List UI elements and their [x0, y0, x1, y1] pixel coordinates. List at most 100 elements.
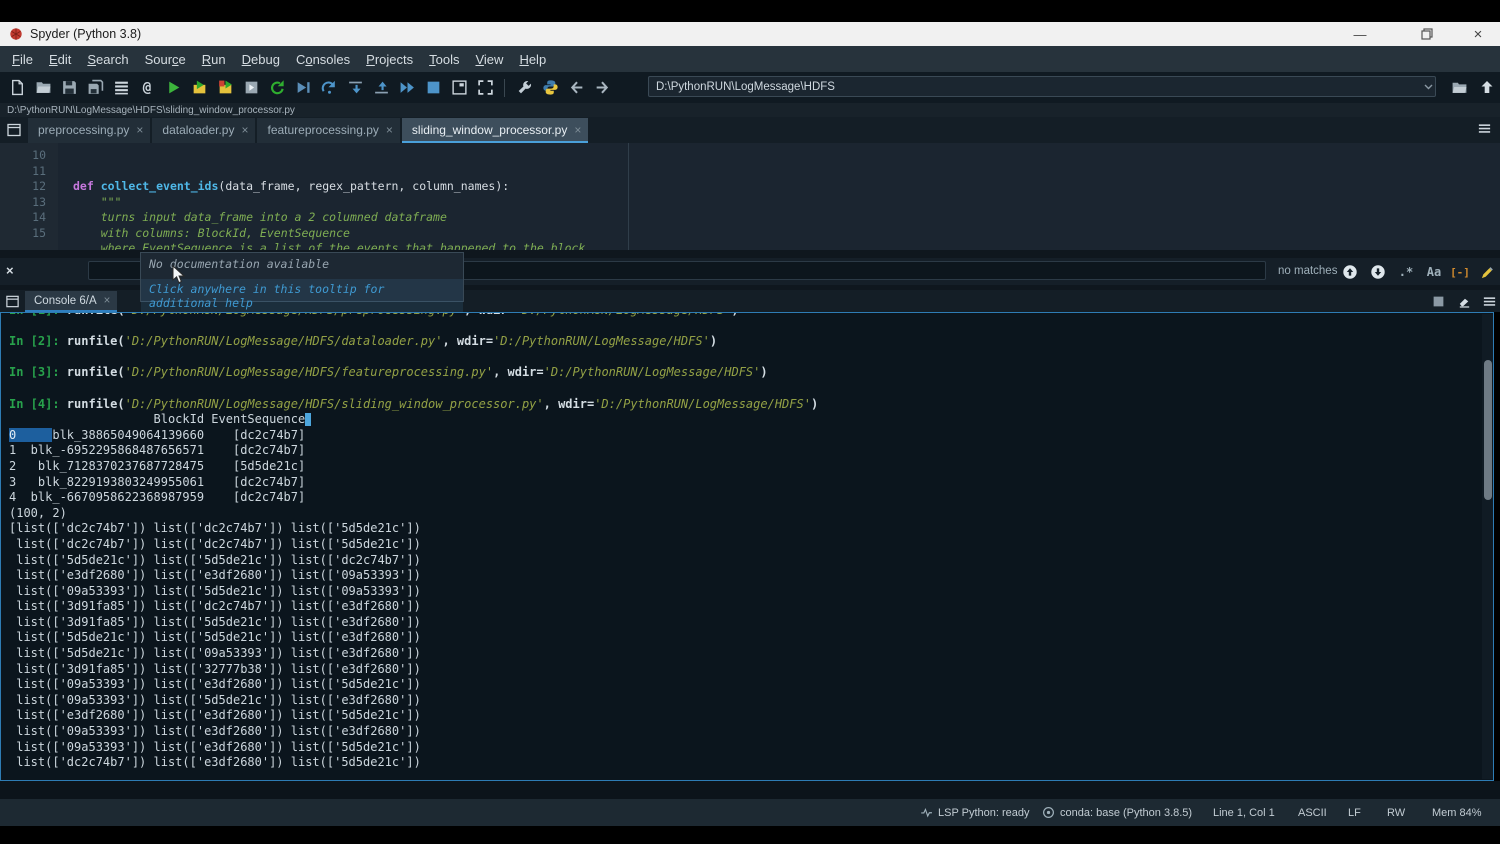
- browse-consoles-icon[interactable]: [5, 294, 20, 309]
- fullscreen-icon[interactable]: [472, 75, 498, 101]
- working-directory-input[interactable]: [648, 76, 1436, 97]
- menu-source[interactable]: Source: [137, 48, 194, 71]
- close-tab-icon[interactable]: ×: [241, 123, 248, 137]
- editor-tab-sliding_window_processor[interactable]: sliding_window_processor.py ×: [402, 118, 588, 143]
- menu-debug[interactable]: Debug: [234, 48, 288, 71]
- remove-variables-icon[interactable]: [1454, 292, 1474, 310]
- menu-run[interactable]: Run: [194, 48, 234, 71]
- step-into-icon[interactable]: [342, 75, 368, 101]
- minimize-button[interactable]: —: [1338, 22, 1382, 46]
- close-console-icon[interactable]: ×: [104, 295, 111, 307]
- interrupt-kernel-icon[interactable]: [1428, 292, 1448, 310]
- console-line: list(['3d91fa85']) list(['32777b38']) li…: [9, 662, 1493, 678]
- close-button[interactable]: ×: [1456, 22, 1500, 46]
- chevron-down-icon[interactable]: [1424, 84, 1433, 90]
- editor-tab-bar: preprocessing.py×dataloader.py×featurepr…: [0, 117, 1500, 143]
- console-line: list(['dc2c74b7']) list(['dc2c74b7']) li…: [9, 537, 1493, 553]
- tab-label: sliding_window_processor.py: [412, 123, 567, 137]
- editor-tab-dataloader[interactable]: dataloader.py ×: [152, 118, 255, 143]
- line-number: 13: [0, 195, 58, 211]
- console-line: In [4]: runfile('D:/PythonRUN/LogMessage…: [9, 397, 1493, 413]
- run-selection-icon[interactable]: [238, 75, 264, 101]
- debug-stop-icon[interactable]: [420, 75, 446, 101]
- line-number: 10: [0, 148, 58, 164]
- console-tab-label: Console 6/A: [34, 295, 97, 307]
- find-previous-icon[interactable]: [1340, 262, 1360, 282]
- new-file-icon[interactable]: [4, 75, 30, 101]
- main-toolbar: @: [0, 72, 1500, 103]
- preferences-icon[interactable]: [511, 75, 537, 101]
- close-find-icon[interactable]: ×: [6, 263, 14, 278]
- find-next-icon[interactable]: [1368, 262, 1388, 282]
- maximize-pane-icon[interactable]: [446, 75, 472, 101]
- parent-directory-icon[interactable]: [1474, 74, 1500, 100]
- tooltip-message: No documentation available: [141, 253, 463, 274]
- console-line: list(['5d5de21c']) list(['5d5de21c']) li…: [9, 630, 1493, 646]
- pythonpath-manager-icon[interactable]: [537, 75, 563, 101]
- menu-view[interactable]: View: [467, 48, 511, 71]
- menu-consoles[interactable]: Consoles: [288, 48, 358, 71]
- editor-tab-featureprocessing[interactable]: featureprocessing.py ×: [257, 118, 399, 143]
- bottom-strip: y: [0, 781, 1500, 799]
- code-editor[interactable]: 10 11 12def collect_event_ids(data_frame…: [0, 143, 1500, 250]
- menu-help[interactable]: Help: [511, 48, 554, 71]
- menu-edit[interactable]: Edit: [41, 48, 79, 71]
- window-title: Spyder (Python 3.8): [30, 27, 141, 41]
- whole-word-toggle-icon[interactable]: [-]: [1450, 262, 1470, 282]
- next-icon[interactable]: [589, 75, 615, 101]
- column-edge-line: [628, 143, 629, 250]
- editor-options-menu-icon[interactable]: [1477, 121, 1492, 136]
- close-tab-icon[interactable]: ×: [574, 123, 581, 137]
- console-line: list(['09a53393']) list(['5d5de21c']) li…: [9, 693, 1493, 709]
- rerun-cell-icon[interactable]: [212, 75, 238, 101]
- debug-file-icon[interactable]: [290, 75, 316, 101]
- editor-line: 14 turns input data_frame into a 2 colum…: [0, 210, 1500, 226]
- step-return-icon[interactable]: [368, 75, 394, 101]
- editor-line: 15 with columns: BlockId, EventSequence: [0, 226, 1500, 242]
- menu-projects[interactable]: Projects: [358, 48, 421, 71]
- open-file-icon[interactable]: [30, 75, 56, 101]
- find-status-text: no matches: [1278, 265, 1337, 277]
- step-over-icon[interactable]: [316, 75, 342, 101]
- spyder-logo-icon: [9, 27, 23, 41]
- title-bar: Spyder (Python 3.8) — ×: [0, 22, 1500, 46]
- file-switcher-icon[interactable]: [108, 75, 134, 101]
- symbol-finder-icon[interactable]: @: [134, 75, 160, 101]
- restore-icon[interactable]: [1405, 22, 1449, 46]
- line-number: [0, 241, 58, 250]
- save-icon[interactable]: [56, 75, 82, 101]
- console-tab[interactable]: Console 6/A ×: [25, 291, 117, 312]
- console-options-menu-icon[interactable]: [1479, 292, 1499, 310]
- mouse-cursor: [172, 265, 186, 285]
- eol-status: LF: [1348, 799, 1361, 826]
- save-all-icon[interactable]: [82, 75, 108, 101]
- console-scrollbar-thumb[interactable]: [1484, 360, 1492, 500]
- console-line: list(['e3df2680']) list(['e3df2680']) li…: [9, 708, 1493, 724]
- console-line: 1 blk_-6952295868487656571 [dc2c74b7]: [9, 443, 1493, 459]
- menu-file[interactable]: File: [4, 48, 41, 71]
- editor-line: 11: [0, 164, 1500, 180]
- console-line: list(['e3df2680']) list(['e3df2680']) li…: [9, 568, 1493, 584]
- rerun-script-icon[interactable]: [264, 75, 290, 101]
- ipython-console[interactable]: In [1]: runfile('D:/PythonRUN/LogMessage…: [0, 312, 1494, 781]
- browse-directory-icon[interactable]: [1446, 74, 1472, 100]
- back-icon[interactable]: [563, 75, 589, 101]
- run-cell-icon[interactable]: [186, 75, 212, 101]
- browse-tabs-icon[interactable]: [6, 122, 22, 138]
- case-sensitive-toggle-icon[interactable]: Aa: [1424, 262, 1444, 282]
- highlight-matches-icon[interactable]: [1477, 262, 1497, 282]
- menu-tools[interactable]: Tools: [421, 48, 467, 71]
- close-tab-icon[interactable]: ×: [136, 123, 143, 137]
- tab-label: featureprocessing.py: [267, 123, 378, 137]
- close-tab-icon[interactable]: ×: [386, 123, 393, 137]
- debug-continue-icon[interactable]: [394, 75, 420, 101]
- interpreter-status[interactable]: conda: base (Python 3.8.5): [1060, 807, 1192, 819]
- tooltip-help-link[interactable]: Click anywhere in this tooltip for addit…: [141, 279, 463, 313]
- menu-search[interactable]: Search: [79, 48, 136, 71]
- editor-tab-preprocessing[interactable]: preprocessing.py×: [28, 118, 150, 143]
- console-line: BlockId EventSequence: [9, 412, 1493, 428]
- run-icon[interactable]: [160, 75, 186, 101]
- documentation-tooltip[interactable]: No documentation available Click anywher…: [140, 252, 464, 302]
- tab-label: dataloader.py: [162, 123, 234, 137]
- regex-toggle-icon[interactable]: .*: [1396, 262, 1416, 282]
